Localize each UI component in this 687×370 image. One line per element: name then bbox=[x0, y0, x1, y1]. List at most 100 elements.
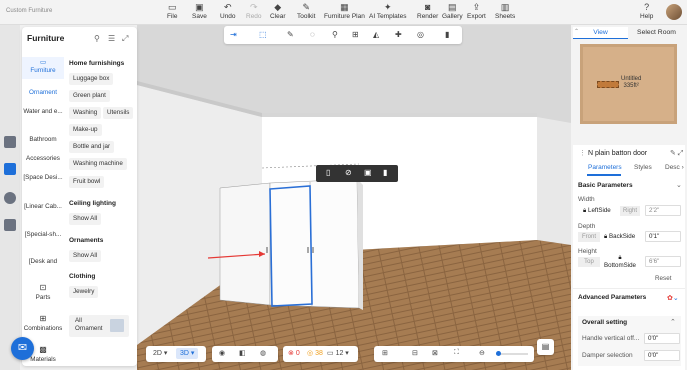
tab-parameters[interactable]: Parameters bbox=[588, 164, 622, 171]
category-furniture[interactable]: ▭ Furniture bbox=[22, 59, 64, 75]
category-linear-cabinet[interactable]: [Linear Cab... bbox=[22, 203, 64, 211]
furniture-plan-button[interactable]: ▦ Furniture Plan bbox=[324, 3, 365, 21]
category-water[interactable]: Water and e... bbox=[22, 108, 64, 116]
3d-viewport[interactable] bbox=[137, 25, 571, 370]
copy-icon[interactable]: ▯ bbox=[326, 168, 330, 177]
search-icon[interactable]: ⚲ bbox=[94, 34, 100, 43]
item-washing-machine[interactable]: Washing machine bbox=[69, 158, 127, 170]
error-count[interactable]: ⊗ 0 bbox=[288, 349, 300, 357]
edit-icon[interactable]: ✎ ⤢ bbox=[670, 149, 683, 158]
floorplan-icon[interactable] bbox=[4, 136, 16, 148]
room-minimap[interactable]: Untitled 335ft² bbox=[580, 44, 677, 124]
render-button[interactable]: ◙ Render bbox=[417, 3, 438, 21]
hide-icon[interactable]: ⊘ bbox=[345, 168, 352, 177]
undo-button[interactable]: ↶ Undo bbox=[220, 3, 236, 21]
hide-icon[interactable]: ◌ bbox=[310, 30, 315, 39]
item-green-plant[interactable]: Green plant bbox=[69, 90, 110, 102]
category-bathroom[interactable]: Bathroom bbox=[22, 136, 64, 144]
tab-styles[interactable]: Styles bbox=[634, 164, 652, 171]
height-value-field[interactable]: 6'6" bbox=[645, 256, 681, 267]
zoom-slider-handle[interactable] bbox=[496, 351, 501, 356]
item-jewelry[interactable]: Jewelry bbox=[69, 286, 99, 298]
list-icon[interactable]: ☰ bbox=[108, 34, 115, 43]
chat-button[interactable]: ✉ bbox=[11, 337, 34, 360]
tab-view[interactable]: View bbox=[573, 27, 628, 39]
file-button[interactable]: ▭ File bbox=[167, 3, 177, 21]
category-special-shaped[interactable]: [Special-sh... bbox=[22, 231, 64, 239]
category-ornament[interactable]: Ornament bbox=[22, 89, 64, 97]
height-top-toggle[interactable]: Top bbox=[578, 257, 600, 267]
pin-icon[interactable]: ⚲ bbox=[332, 30, 338, 39]
sheets-button[interactable]: ▥ Sheets bbox=[495, 3, 515, 21]
cabinet-icon[interactable] bbox=[4, 219, 16, 231]
lock-icon[interactable]: ▣ bbox=[364, 168, 372, 177]
category-desk[interactable]: [Desk and bbox=[22, 258, 64, 266]
depth-value-field[interactable]: 0'1" bbox=[645, 231, 681, 242]
tab-select-room[interactable]: Select Room bbox=[629, 27, 684, 39]
all-ornament-card[interactable]: All Ornament bbox=[69, 315, 129, 337]
brush-icon[interactable]: ✎ bbox=[287, 30, 294, 39]
trash-icon[interactable]: ▮ bbox=[445, 30, 449, 39]
damper-selection-field[interactable]: 0'0" bbox=[644, 350, 680, 361]
zoom-out-icon[interactable]: ⊖ bbox=[479, 349, 485, 357]
item-fruit-bowl[interactable]: Fruit bowl bbox=[69, 176, 105, 188]
ai-templates-button[interactable]: ✦ AI Templates bbox=[369, 3, 406, 21]
fit-icon[interactable]: ⊟ bbox=[412, 349, 418, 357]
toolkit-button[interactable]: ✎ Toolkit bbox=[297, 3, 315, 21]
camera-icon[interactable]: ◍ bbox=[260, 349, 266, 357]
expand-icon[interactable]: ⤢ bbox=[122, 34, 128, 44]
exit-icon[interactable]: ⇥ bbox=[230, 30, 237, 39]
handle-offset-field[interactable]: 0'0" bbox=[644, 333, 680, 344]
category-space-design[interactable]: [Space Desi... bbox=[22, 174, 64, 182]
parts-button[interactable]: ⊡ Parts bbox=[22, 283, 64, 301]
chevron-down-icon[interactable]: ⌄ bbox=[676, 181, 682, 189]
tab-desc[interactable]: Desc › bbox=[665, 164, 684, 171]
puzzle-icon[interactable]: ✚ bbox=[395, 30, 402, 39]
item-bottle-jar[interactable]: Bottle and jar bbox=[69, 141, 115, 153]
item-luggage-box[interactable]: Luggage box bbox=[69, 73, 114, 85]
user-icon[interactable] bbox=[4, 192, 16, 204]
view-2d-button[interactable]: 2D ▾ bbox=[153, 349, 167, 357]
collapse-icon[interactable]: ⌃ bbox=[574, 28, 579, 35]
select-icon[interactable]: ⬚ bbox=[259, 30, 267, 39]
frame-icon[interactable]: ⊞ bbox=[352, 30, 359, 39]
zoom-slider[interactable] bbox=[496, 351, 528, 356]
depth-front-toggle[interactable]: Front bbox=[578, 232, 600, 242]
item-count[interactable]: ▭ 12 ▾ bbox=[327, 349, 349, 357]
clipboard-button[interactable]: ▤ bbox=[537, 339, 554, 355]
combinations-button[interactable]: ⊞ Combinations bbox=[22, 314, 64, 332]
delete-icon[interactable]: ▮ bbox=[383, 168, 387, 177]
3d-scene[interactable] bbox=[137, 25, 571, 370]
width-value-field[interactable]: 2'2" bbox=[645, 205, 681, 216]
item-make-up[interactable]: Make-up bbox=[69, 124, 102, 136]
ceiling-show-all[interactable]: Show All bbox=[69, 213, 102, 225]
depth-back-toggle[interactable]: 🔒︎ BackSide bbox=[604, 232, 635, 242]
redo-button[interactable]: ↷ Redo bbox=[246, 3, 262, 21]
warning-count[interactable]: ◎ 38 bbox=[307, 349, 323, 357]
align-icon[interactable]: ⊠ bbox=[432, 349, 438, 357]
palette-icon[interactable]: ✿⌄ bbox=[667, 294, 679, 302]
chevron-up-icon[interactable]: ⌃ bbox=[670, 318, 676, 326]
clear-button[interactable]: ◆ Clear bbox=[270, 3, 286, 21]
gallery-button[interactable]: ▤ Gallery bbox=[442, 3, 463, 21]
width-left-toggle[interactable]: 🔒︎ LeftSide bbox=[583, 206, 611, 216]
item-utensils[interactable]: Utensils bbox=[103, 107, 134, 119]
fullscreen-icon[interactable]: ⛶ bbox=[454, 349, 459, 357]
avatar[interactable] bbox=[666, 4, 682, 20]
width-right-toggle[interactable]: Right bbox=[620, 206, 640, 216]
eye-icon[interactable]: ◉ bbox=[219, 349, 225, 357]
fill-icon[interactable]: ◭ bbox=[373, 30, 379, 39]
furniture-icon[interactable] bbox=[4, 163, 16, 175]
height-bottom-toggle[interactable]: 🔒︎ BottomSide bbox=[604, 254, 636, 269]
category-accessories[interactable]: Accessories bbox=[22, 155, 64, 163]
ornaments-show-all[interactable]: Show All bbox=[69, 250, 102, 262]
view-3d-button[interactable]: 3D ▾ bbox=[176, 348, 199, 359]
export-button[interactable]: ⇪ Export bbox=[467, 3, 486, 21]
cube-icon[interactable]: ◧ bbox=[239, 349, 246, 357]
target-icon[interactable]: ◎ bbox=[417, 30, 424, 39]
help-button[interactable]: ? Help bbox=[640, 3, 653, 21]
screenshot-icon[interactable]: ⊞ bbox=[382, 349, 388, 357]
reset-button[interactable]: Reset bbox=[655, 275, 671, 282]
save-button[interactable]: ▣ Save bbox=[192, 3, 207, 21]
item-washing[interactable]: Washing bbox=[69, 107, 102, 119]
